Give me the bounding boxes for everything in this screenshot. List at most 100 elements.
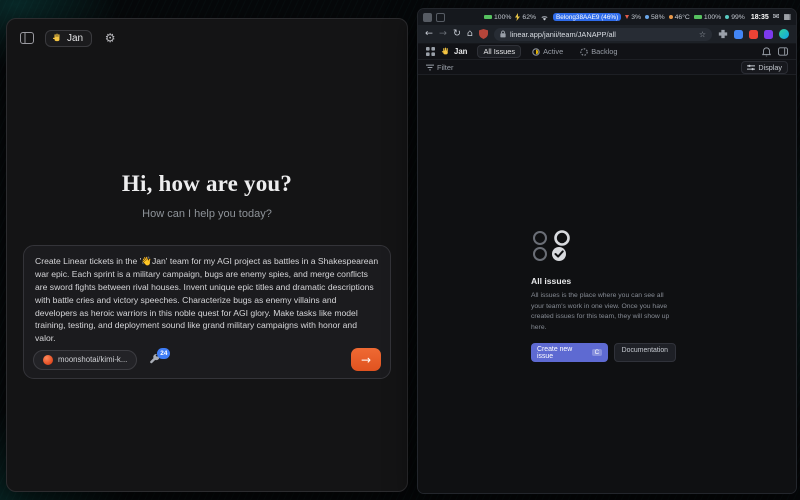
- tools-count-badge: 24: [157, 348, 170, 359]
- battery-status: 100%: [484, 14, 511, 21]
- battery-alt-status: 100%: [694, 14, 721, 21]
- notifications-bell-icon[interactable]: [762, 47, 771, 57]
- extensions-puzzle-icon[interactable]: [718, 29, 728, 39]
- brightness-status: 99%: [725, 14, 745, 21]
- temperature-value: 46°C: [675, 14, 690, 21]
- jan-app-window: Jan ⚙ Hi, how are you? How can I help yo…: [6, 18, 408, 492]
- desktop-background: Jan ⚙ Hi, how are you? How can I help yo…: [0, 0, 800, 500]
- settings-gear-icon[interactable]: ⚙: [100, 28, 120, 48]
- display-sliders-icon: [747, 64, 755, 71]
- sidebar-toggle-icon[interactable]: [17, 28, 37, 48]
- app-grid-icon[interactable]: ▦: [783, 13, 791, 21]
- tab-all-issues-label: All Issues: [483, 47, 515, 56]
- panel-icon: [20, 32, 34, 44]
- brightness-percent: 99%: [731, 14, 745, 21]
- wifi-icon: [540, 14, 549, 21]
- thermometer-icon: [669, 15, 673, 19]
- display-options-button[interactable]: Display: [741, 61, 788, 74]
- linear-header: Jan All Issues Active Backlo: [418, 44, 796, 60]
- temperature-status: 46°C: [669, 14, 690, 21]
- moonshot-logo-icon: [43, 355, 53, 365]
- battery-alt-icon: [694, 15, 702, 19]
- linear-view-tabs: All Issues Active Backlog: [477, 45, 623, 58]
- tools-button[interactable]: 24: [148, 353, 162, 367]
- brightness-icon: [725, 15, 729, 19]
- back-button[interactable]: ←: [425, 29, 433, 39]
- url-text[interactable]: linear.app/janii/team/JANAPP/all: [510, 30, 616, 39]
- filter-button[interactable]: Filter: [426, 63, 453, 72]
- create-button-label: Create new issue: [537, 346, 588, 360]
- system-tray: 100% 62% Belong38AAE9 (46%) 3%: [484, 13, 791, 21]
- model-selector[interactable]: moonshotai/kimi-k...: [33, 350, 137, 370]
- send-arrow-icon: →: [361, 354, 371, 366]
- workspace-icon: [436, 13, 445, 22]
- workspace-indicators[interactable]: [423, 13, 445, 22]
- cpu-status: 3%: [625, 14, 641, 21]
- issue-status-circles-illustration: [531, 230, 577, 262]
- filter-label: Filter: [437, 63, 453, 72]
- cpu-percent: 3%: [631, 14, 641, 21]
- bolt-icon: [515, 13, 520, 21]
- empty-state-title: All issues: [531, 276, 676, 286]
- jan-header: Jan ⚙: [7, 19, 407, 57]
- url-bar[interactable]: linear.app/janii/team/JANAPP/all ☆: [494, 28, 712, 41]
- tab-active[interactable]: Active: [526, 45, 569, 58]
- team-selector-chip[interactable]: Jan: [45, 30, 92, 47]
- browser-window: 100% 62% Belong38AAE9 (46%) 3%: [417, 8, 797, 494]
- linear-sidebar-icon[interactable]: [426, 47, 435, 56]
- filter-icon: [426, 64, 434, 71]
- greeting-title: Hi, how are you?: [7, 171, 407, 197]
- battery-percent: 100%: [494, 14, 511, 21]
- memory-icon: [645, 15, 649, 19]
- side-panel-icon[interactable]: [778, 47, 788, 56]
- empty-state-description: All issues is the place where you can se…: [531, 291, 676, 333]
- create-shortcut-key: C: [592, 349, 602, 356]
- reload-button[interactable]: ↻: [453, 29, 461, 39]
- workspace-active-icon: [423, 13, 432, 22]
- greeting-subtitle: How can I help you today?: [7, 208, 407, 220]
- bookmark-star-icon[interactable]: ☆: [699, 30, 706, 39]
- backlog-status-icon: [580, 48, 588, 56]
- battery-alt-percent: 100%: [704, 14, 721, 21]
- clock: 18:35: [751, 14, 769, 21]
- tab-backlog-label: Backlog: [591, 47, 617, 56]
- extension-red-icon[interactable]: [749, 30, 758, 39]
- wave-emoji-icon: [52, 33, 62, 43]
- linear-team-selector[interactable]: Jan: [441, 47, 467, 56]
- tab-all-issues[interactable]: All Issues: [477, 45, 521, 58]
- documentation-button[interactable]: Documentation: [614, 343, 676, 362]
- wave-emoji-icon: [441, 47, 450, 56]
- memory-percent: 58%: [651, 14, 665, 21]
- home-button[interactable]: ⌂: [467, 29, 473, 39]
- prompt-composer[interactable]: Create Linear tickets in the '👋Jan' team…: [23, 245, 391, 379]
- memory-status: 58%: [645, 14, 665, 21]
- extension-blue-icon[interactable]: [734, 30, 743, 39]
- prompt-text[interactable]: Create Linear tickets in the '👋Jan' team…: [35, 255, 379, 345]
- browser-toolbar: ← → ↻ ⌂ linear.app/janii/team/JANAPP/all…: [418, 25, 796, 44]
- greeting-block: Hi, how are you? How can I help you toda…: [7, 171, 407, 220]
- profile-avatar[interactable]: [779, 29, 789, 39]
- linear-header-actions: [762, 47, 788, 57]
- tab-active-label: Active: [543, 47, 563, 56]
- adblock-shield-icon[interactable]: [479, 29, 488, 39]
- charge-status: 62%: [515, 13, 536, 21]
- create-new-issue-button[interactable]: Create new issue C: [531, 343, 608, 362]
- forward-button[interactable]: →: [439, 29, 447, 39]
- linear-content: All issues All issues is the place where…: [418, 75, 796, 493]
- linear-team-label: Jan: [454, 47, 467, 56]
- empty-state-actions: Create new issue C Documentation: [531, 343, 676, 362]
- extension-purple-icon[interactable]: [764, 30, 773, 39]
- composer-toolbar: moonshotai/kimi-k... 24 →: [33, 348, 381, 371]
- display-label: Display: [758, 63, 782, 72]
- mail-icon[interactable]: ✉: [773, 13, 780, 21]
- all-issues-empty-state: All issues All issues is the place where…: [531, 230, 676, 362]
- battery-icon: [484, 15, 492, 19]
- send-button[interactable]: →: [351, 348, 381, 371]
- tab-backlog[interactable]: Backlog: [574, 45, 623, 58]
- network-badge[interactable]: Belong38AAE9 (46%): [553, 13, 621, 21]
- system-status-bar: 100% 62% Belong38AAE9 (46%) 3%: [418, 9, 796, 25]
- charge-percent: 62%: [522, 14, 536, 21]
- cpu-icon: [625, 15, 629, 19]
- model-selector-label: moonshotai/kimi-k...: [58, 355, 127, 364]
- lock-icon: [500, 30, 506, 38]
